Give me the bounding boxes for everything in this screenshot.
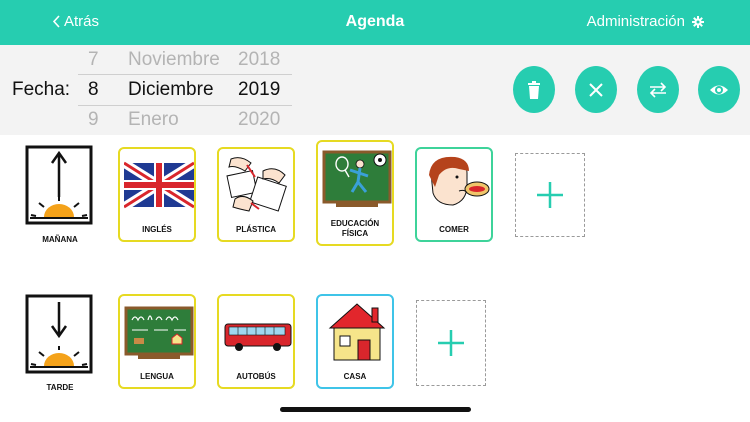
swap-arrows-icon: [649, 81, 667, 98]
picker-row-prev[interactable]: 7 Noviembre 2018: [78, 49, 292, 77]
boy-eating-picture: [429, 156, 490, 206]
picker-month: Enero: [128, 109, 179, 130]
activity-label: LENGUA: [140, 372, 174, 381]
swap-button[interactable]: [637, 66, 679, 113]
add-morning-activity-button[interactable]: [515, 153, 585, 237]
date-label: Fecha:: [12, 79, 71, 100]
eye-icon: [710, 85, 728, 94]
top-bar: Atrás Agenda Administración: [0, 0, 750, 45]
activity-card-autobus[interactable]: AUTOBÚS: [217, 294, 295, 389]
activity-card-comer[interactable]: COMER: [415, 147, 493, 242]
date-bar: Fecha: 7 Noviembre 2018 8 Diciembre 2019…: [0, 45, 750, 135]
sports-board-picture: [322, 150, 392, 207]
morning-label: MAÑANA: [42, 235, 78, 244]
picker-month: Noviembre: [128, 49, 220, 70]
chalkboard-picture: [124, 306, 194, 359]
activity-card-educacion-fisica[interactable]: EDUCACIÓN FÍSICA: [316, 140, 394, 246]
picker-row-next[interactable]: 9 Enero 2020: [78, 109, 292, 137]
close-icon: [589, 82, 603, 97]
picker-day: 8: [88, 79, 99, 100]
date-picker[interactable]: 7 Noviembre 2018 8 Diciembre 2019 9 Ener…: [78, 45, 292, 135]
picker-divider: [78, 74, 292, 75]
activity-label: PLÁSTICA: [236, 225, 276, 234]
preview-button[interactable]: [698, 66, 740, 113]
house-picture: [328, 303, 386, 361]
activity-label: EDUCACIÓN FÍSICA: [330, 219, 380, 238]
picker-day: 7: [88, 49, 99, 70]
activity-label: COMER: [439, 225, 469, 234]
painting-hands-picture: [226, 157, 287, 212]
activity-label: INGLÉS: [142, 225, 172, 234]
picker-year: 2020: [238, 109, 281, 130]
delete-button[interactable]: [513, 66, 555, 113]
sunrise-icon: [25, 145, 93, 225]
plus-icon: [438, 330, 464, 356]
activity-label: CASA: [343, 372, 367, 381]
gear-icon: [692, 15, 704, 28]
add-afternoon-activity-button[interactable]: [416, 300, 486, 386]
activity-card-plastica[interactable]: PLÁSTICA: [217, 147, 295, 242]
bus-picture: [224, 323, 292, 351]
activity-card-ingles[interactable]: INGLÉS: [118, 147, 196, 242]
plus-icon: [537, 182, 563, 208]
admin-button[interactable]: Administración: [587, 13, 704, 30]
home-indicator[interactable]: [280, 407, 471, 412]
morning-card[interactable]: MAÑANA: [24, 145, 96, 250]
uk-flag-picture: [124, 159, 194, 211]
trash-icon: [528, 80, 540, 99]
sunset-icon: [25, 294, 93, 374]
clear-button[interactable]: [575, 66, 617, 113]
picker-month: Diciembre: [128, 79, 214, 100]
activity-card-casa[interactable]: CASA: [316, 294, 394, 389]
picker-year: 2019: [238, 79, 281, 100]
picker-day: 9: [88, 109, 99, 130]
picker-row-current[interactable]: 8 Diciembre 2019: [78, 79, 292, 107]
admin-label: Administración: [586, 13, 685, 30]
picker-divider: [78, 105, 292, 106]
activity-card-lengua[interactable]: LENGUA: [118, 294, 196, 389]
afternoon-label: TARDE: [46, 383, 74, 392]
picker-year: 2018: [238, 49, 281, 70]
activity-label: AUTOBÚS: [236, 372, 276, 381]
afternoon-card[interactable]: TARDE: [24, 294, 96, 399]
